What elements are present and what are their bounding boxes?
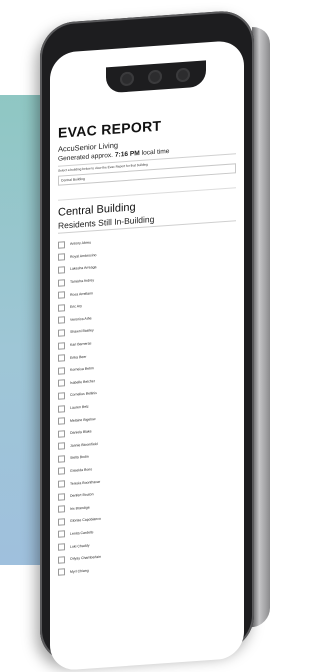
resident-name: Isabelle Belcher	[70, 378, 95, 385]
resident-name: Lenita Cardells	[70, 530, 94, 536]
phone-notch	[106, 60, 206, 94]
resident-name: Lauren Belz	[70, 404, 89, 410]
resident-checkbox[interactable]	[58, 518, 65, 526]
resident-checkbox[interactable]	[58, 316, 65, 325]
resident-list: Antony Abreu Royal Ambrosino Lakesha Arrea…	[58, 226, 236, 578]
resident-checkbox[interactable]	[58, 543, 65, 551]
resident-checkbox[interactable]	[58, 341, 65, 350]
resident-name: Melaine Bigelow	[70, 416, 96, 423]
resident-checkbox[interactable]	[58, 266, 65, 274]
generated-prefix: Generated approx.	[58, 151, 113, 163]
resident-name: Tamisha Ardrey	[70, 278, 95, 284]
report-content: EVAC REPORT AccuSenior Living Generated …	[58, 112, 236, 578]
resident-name: Jannie Bloomfield	[70, 441, 98, 448]
resident-checkbox[interactable]	[58, 417, 65, 425]
resident-name: Myrl Chiang	[70, 568, 89, 574]
generated-suffix: local time	[141, 147, 170, 157]
resident-name: Orlyay Chamberlain	[70, 554, 101, 562]
resident-name: Korneisa Behm	[70, 366, 94, 373]
resident-name: Griselda Bono	[70, 467, 93, 473]
generated-time: 7:16 PM	[114, 150, 140, 159]
resident-checkbox[interactable]	[58, 467, 65, 476]
resident-checkbox[interactable]	[58, 241, 65, 249]
resident-name: Denfert Bouton	[70, 492, 94, 499]
resident-name: Shawni Baisley	[70, 328, 94, 335]
resident-name: Daniela Blake	[70, 429, 92, 436]
resident-name: Rosa Arrellano	[70, 290, 93, 297]
resident-checkbox[interactable]	[58, 429, 65, 438]
resident-name: Gloriae Capobianco	[70, 517, 101, 524]
phone-side-frame	[252, 25, 270, 628]
resident-name: Stella Bodin	[70, 454, 89, 461]
resident-name: Lakesha Arreaga	[70, 265, 97, 272]
resident-checkbox[interactable]	[58, 568, 65, 576]
resident-checkbox[interactable]	[58, 480, 65, 488]
resident-checkbox[interactable]	[58, 530, 65, 539]
resident-name: Kari Barneras	[70, 341, 92, 347]
resident-name: Eric Ary	[70, 304, 83, 310]
resident-checkbox[interactable]	[58, 291, 65, 299]
resident-checkbox[interactable]	[58, 455, 65, 463]
resident-name: Veronica Athe	[70, 316, 92, 322]
resident-checkbox[interactable]	[58, 354, 65, 362]
resident-name: Antony Abreu	[70, 240, 92, 247]
resident-checkbox[interactable]	[58, 329, 65, 337]
phone-body: EVAC REPORT AccuSenior Living Generated …	[40, 9, 254, 672]
phone-screen: EVAC REPORT AccuSenior Living Generated …	[50, 39, 244, 672]
resident-checkbox[interactable]	[58, 392, 65, 400]
resident-name: Royal Ambrosino	[70, 252, 97, 259]
resident-checkbox[interactable]	[58, 505, 65, 514]
resident-name: Iris Brandige	[70, 505, 90, 511]
resident-name: Erika Beer	[70, 354, 87, 360]
resident-checkbox[interactable]	[58, 492, 65, 501]
resident-checkbox[interactable]	[58, 442, 65, 451]
phone-mockup: EVAC REPORT AccuSenior Living Generated …	[40, 0, 280, 672]
camera-icon	[148, 69, 162, 85]
resident-checkbox[interactable]	[58, 278, 65, 287]
camera-icon	[120, 71, 134, 87]
resident-checkbox[interactable]	[58, 253, 65, 262]
resident-checkbox[interactable]	[58, 304, 65, 312]
resident-name: Loki Chaddy	[70, 543, 90, 549]
resident-checkbox[interactable]	[58, 379, 65, 388]
resident-name: Cornelius Bellinis	[70, 391, 97, 398]
resident-checkbox[interactable]	[58, 404, 65, 413]
camera-icon	[176, 67, 190, 83]
resident-checkbox[interactable]	[58, 366, 65, 375]
resident-name: Teresia Boonthavar	[70, 479, 101, 486]
resident-checkbox[interactable]	[58, 555, 65, 564]
